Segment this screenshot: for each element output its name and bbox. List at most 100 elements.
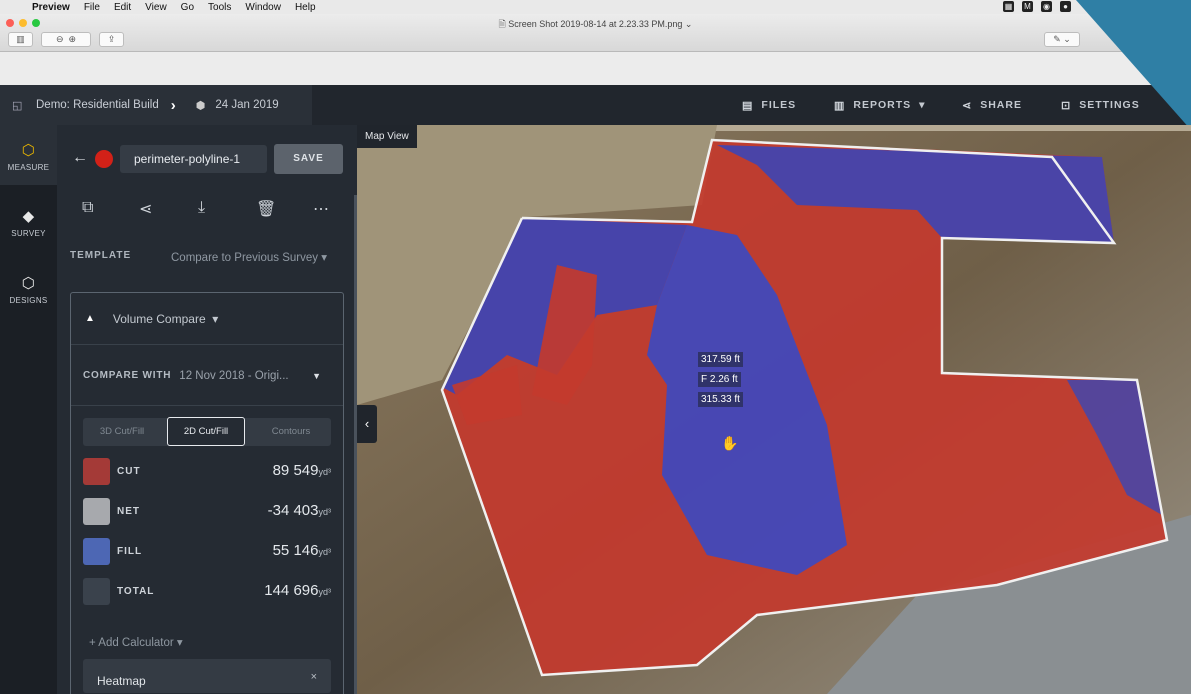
delete-icon[interactable]: 🗑 (256, 199, 276, 219)
fill-swatch[interactable] (83, 538, 110, 565)
project-icon[interactable]: ◱ (12, 99, 24, 112)
status-icon[interactable]: ◉ (1041, 1, 1052, 12)
menubar-status-icons: ▦ M ◉ ● (1003, 1, 1071, 12)
compare-with-label: COMPARE WITH (83, 370, 172, 381)
markup-button[interactable]: ✎ ⌄ (1044, 32, 1080, 47)
save-button[interactable]: SAVE (274, 144, 343, 174)
menu-tools[interactable]: Tools (201, 2, 238, 13)
map-view-label: Map View (357, 125, 417, 148)
status-icon[interactable]: ● (1060, 1, 1071, 12)
net-value: -34 403 (267, 502, 319, 519)
result-row-total: TOTAL 144 696yd³ (83, 578, 331, 606)
tab-contours[interactable]: Contours (251, 418, 331, 446)
document-icon: 🗎 (498, 19, 506, 29)
fill-depth-readout: F 2.26 ft (698, 372, 741, 387)
sidebar-icon: ▥ (16, 34, 25, 44)
add-calculator-button[interactable]: + Add Calculator ▾ (89, 635, 183, 649)
share-up-icon: ⇪ (107, 34, 116, 44)
tab-2d-cut-fill[interactable]: 2D Cut/Fill (167, 417, 245, 446)
template-select[interactable]: Compare to Previous Survey ▾ (171, 250, 327, 264)
chevron-left-icon: ‹ (364, 416, 370, 431)
map-view[interactable]: Map View ‹ 317.59 ft F 2.26 ft 315.33 ft… (357, 125, 1191, 694)
share-icon: ⋖ (962, 99, 973, 112)
result-row-cut: CUT 89 549yd³ (83, 458, 331, 486)
designs-cube-icon: ⬡ (21, 275, 36, 292)
caret-down-icon: ▾ (919, 99, 926, 111)
files-icon: ▤ (742, 99, 754, 112)
title-chevron-icon[interactable]: ⌄ (685, 19, 693, 29)
zoom-buttons[interactable]: ⊖ ⊕ (41, 32, 91, 47)
result-row-net: NET -34 403yd³ (83, 498, 331, 526)
share-button[interactable]: ⇪ (99, 32, 124, 47)
status-icon[interactable]: ▦ (1003, 1, 1014, 12)
survey-date-icon: ⬢ (195, 99, 206, 112)
pen-icon: ✎ ⌄ (1053, 34, 1071, 44)
tab-3d-cut-fill[interactable]: 3D Cut/Fill (83, 418, 161, 446)
nav-reports[interactable]: ▥ REPORTS ▾ (834, 85, 925, 125)
app-topbar: ◱ Demo: Residential Build › ⬢ 24 Jan 201… (0, 85, 1191, 125)
project-name[interactable]: Demo: Residential Build (36, 99, 159, 111)
download-icon[interactable]: ⤓ (198, 199, 205, 217)
cut-value: 89 549 (272, 462, 319, 479)
rail-item-survey[interactable]: ◆ SURVEY (0, 207, 57, 238)
result-row-fill: FILL 55 146yd³ (83, 538, 331, 566)
measure-panel: ← perimeter-polyline-1 SAVE ⧉ ⋖ ⤓ 🗑 ⋯ TE… (57, 125, 357, 694)
settings-icon: ⊡ (1061, 99, 1072, 112)
rail-item-measure[interactable]: ⬡ MEASURE (0, 125, 57, 185)
corner-ribbon (1076, 0, 1191, 130)
volume-compare-card: ▲ Volume Compare ▾ COMPARE WITH 12 Nov 2… (70, 292, 344, 694)
rail-item-designs[interactable]: ⬡ DESIGNS (0, 274, 57, 305)
menu-file[interactable]: File (77, 2, 107, 13)
menu-go[interactable]: Go (174, 2, 201, 13)
measurement-name-input[interactable]: perimeter-polyline-1 (120, 145, 267, 173)
preview-window-title: 🗎 Screen Shot 2019-08-14 at 2.23.33 PM.p… (498, 19, 693, 29)
preview-toolbar: 🗎 Screen Shot 2019-08-14 at 2.23.33 PM.p… (0, 14, 1191, 52)
mountain-icon: ▲ (85, 313, 95, 324)
tool-rail: ⬡ MEASURE ◆ SURVEY ⬡ DESIGNS (0, 125, 57, 694)
compare-with-row[interactable]: COMPARE WITH 12 Nov 2018 - Origi... ▼ (71, 346, 343, 406)
net-swatch[interactable] (83, 498, 110, 525)
surface-readout: 315.33 ft (698, 392, 743, 407)
back-arrow-icon[interactable]: ← (72, 149, 88, 167)
status-icon[interactable]: M (1022, 1, 1033, 12)
reports-icon: ▥ (834, 99, 846, 112)
copy-icon[interactable]: ⧉ (82, 199, 93, 217)
caret-down-icon: ▼ (312, 370, 321, 381)
close-icon[interactable]: × (311, 655, 317, 694)
menu-edit[interactable]: Edit (107, 2, 138, 13)
survey-date[interactable]: 24 Jan 2019 (215, 99, 278, 111)
template-label: TEMPLATE (70, 250, 132, 261)
menu-help[interactable]: Help (288, 2, 323, 13)
menu-view[interactable]: View (138, 2, 174, 13)
calc-type-select[interactable]: ▲ Volume Compare ▾ (71, 293, 343, 345)
total-value: 144 696 (264, 582, 319, 599)
zoom-out-icon[interactable]: ⊖ (56, 34, 64, 45)
measurement-color-swatch[interactable] (95, 150, 113, 168)
elevation-readout: 317.59 ft (698, 352, 743, 367)
screen: Preview File Edit View Go Tools Window H… (0, 0, 1191, 694)
compare-with-value: 12 Nov 2018 - Origi... (179, 369, 289, 382)
menu-app-preview[interactable]: Preview (30, 2, 77, 13)
total-swatch (83, 578, 110, 605)
measure-icon: ⬡ (21, 142, 36, 159)
zoom-in-icon[interactable]: ⊕ (69, 34, 77, 45)
fill-value: 55 146 (272, 542, 319, 559)
aerial-heatmap[interactable] (357, 125, 1191, 694)
sidebar-toggle-button[interactable]: ▥ (8, 32, 33, 47)
collapse-panel-button[interactable]: ‹ (357, 405, 377, 443)
more-icon[interactable]: ⋯ (313, 199, 329, 219)
toolbar-blank-strip (0, 52, 1191, 85)
menu-window[interactable]: Window (238, 2, 288, 13)
share-icon[interactable]: ⋖ (139, 199, 152, 219)
nav-share[interactable]: ⋖ SHARE (962, 85, 1022, 125)
nav-files[interactable]: ▤ FILES (742, 85, 796, 125)
heatmap-item[interactable]: Heatmap × (83, 659, 331, 693)
caret-down-icon: ▾ (212, 311, 219, 326)
cut-swatch[interactable] (83, 458, 110, 485)
mac-menubar: Preview File Edit View Go Tools Window H… (0, 0, 1191, 14)
caret-down-icon: ▾ (176, 637, 183, 649)
chevron-right-icon[interactable]: › (171, 97, 176, 114)
caret-down-icon: ▾ (321, 252, 327, 264)
survey-layers-icon: ◆ (22, 208, 35, 225)
breadcrumb: ◱ Demo: Residential Build › ⬢ 24 Jan 201… (0, 85, 312, 125)
